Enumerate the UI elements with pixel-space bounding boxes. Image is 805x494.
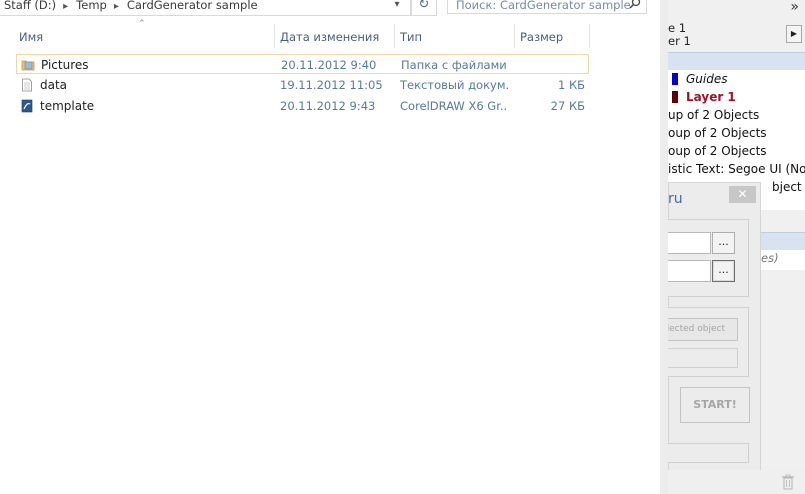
file-date: 19.11.2012 11:05 [280, 78, 383, 92]
column-header-type[interactable]: Тип [400, 29, 422, 45]
selection-group: elected object [668, 307, 749, 377]
column-header-size[interactable]: Размер [520, 29, 563, 45]
browse-label: ... [718, 235, 729, 248]
file-name: data [40, 78, 68, 92]
address-bar[interactable]: Staff (D:) ▸ Temp ▸ CardGenerator sample ▾ [0, 0, 411, 16]
file-name: template [40, 99, 95, 113]
column-header-name[interactable]: Имя [19, 29, 43, 45]
search-placeholder: Поиск: CardGenerator sample [456, 0, 631, 12]
start-label: START! [693, 398, 737, 411]
data-path-field[interactable] [668, 260, 711, 282]
breadcrumb-separator-icon[interactable]: ▸ [59, 1, 72, 12]
template-path-field[interactable] [668, 232, 711, 254]
tree-item-label: Layer 1 [686, 90, 736, 104]
progress-field [668, 443, 749, 463]
triangle-right-icon: ▶ [790, 29, 798, 38]
trash-icon[interactable] [781, 474, 795, 490]
browse-button[interactable]: ... [712, 260, 735, 282]
refresh-button[interactable]: ↻ [411, 0, 437, 16]
file-name: Pictures [41, 58, 89, 72]
tree-item-layer1[interactable]: Layer 1 [672, 88, 736, 106]
tree-item-group[interactable]: up of 2 Objects [668, 106, 759, 124]
tree-item-group[interactable]: oup of 2 Objects [668, 142, 767, 160]
tree-item-label: bject [772, 180, 802, 194]
search-input[interactable]: Поиск: CardGenerator sample [447, 0, 647, 14]
browse-label: ... [718, 263, 729, 276]
tree-item-label: oup of 2 Objects [668, 144, 767, 158]
breadcrumb-drive[interactable]: Staff (D:) [0, 0, 59, 12]
start-button[interactable]: START! [680, 387, 750, 423]
tree-item-group[interactable]: oup of 2 Objects [668, 124, 767, 142]
object-manager-docker: » e 1 er 1 ▶ Guides Layer 1 up of 2 Obje… [668, 0, 805, 494]
tree-item-label: Guides [686, 72, 728, 86]
sort-ascending-icon: ⌃ [138, 19, 146, 29]
docker-section-header[interactable] [761, 232, 805, 251]
address-dropdown-icon[interactable]: ▾ [388, 0, 406, 15]
file-size: 1 КБ [557, 78, 585, 92]
close-icon: ✕ [737, 187, 748, 201]
selected-object-label: elected object [668, 324, 725, 334]
tree-item-object[interactable]: bject [772, 178, 802, 196]
chevron-right-double-icon[interactable]: » [790, 0, 799, 15]
docker-italic-label: es) [761, 251, 779, 265]
layer-label: er 1 [668, 34, 691, 48]
layer-color-swatch [672, 91, 678, 103]
docker-toolbar: » [668, 0, 805, 20]
file-type: Текстовый докум... [400, 78, 508, 92]
column-separator[interactable] [589, 24, 590, 48]
flyout-arrow-button[interactable]: ▶ [786, 25, 802, 43]
file-inputs-group: ... ... [668, 219, 749, 297]
dialog-title: ru [668, 191, 683, 207]
column-separator[interactable] [274, 24, 275, 48]
file-type: Папка с файлами [401, 58, 507, 72]
search-icon[interactable] [629, 0, 641, 13]
coreldraw-file-icon [21, 99, 33, 113]
breadcrumb-temp[interactable]: Temp [72, 0, 110, 12]
tree-item-label: up of 2 Objects [668, 108, 760, 122]
file-row-pictures[interactable]: Pictures 20.11.2012 9:40 Папка с файлами [16, 54, 589, 74]
card-generator-dialog: ru ✕ ... ... elected object START! [668, 182, 761, 472]
close-button[interactable]: ✕ [729, 186, 756, 203]
folder-icon [21, 60, 35, 71]
breadcrumb-cardgenerator[interactable]: CardGenerator sample [123, 0, 261, 12]
file-row-template[interactable]: template 20.11.2012 9:43 CorelDRAW X6 Gr… [16, 96, 589, 116]
file-date: 20.11.2012 9:40 [281, 58, 377, 72]
tree-item-label: oup of 2 Objects [668, 126, 767, 140]
column-separator[interactable] [514, 24, 515, 48]
file-date: 20.11.2012 9:43 [280, 99, 376, 113]
docker-section-header[interactable] [668, 52, 805, 70]
file-row-data[interactable]: data 19.11.2012 11:05 Текстовый докум...… [16, 75, 589, 95]
tree-item-artistic-text[interactable]: istic Text: Segoe UI (Norm [668, 160, 805, 178]
selected-object-field[interactable] [668, 348, 738, 368]
layer-color-swatch [672, 73, 678, 85]
refresh-icon: ↻ [418, 0, 430, 12]
breadcrumb-separator-icon[interactable]: ▸ [110, 1, 123, 12]
file-explorer: Staff (D:) ▸ Temp ▸ CardGenerator sample ▾ ↻… [0, 0, 660, 494]
browse-button[interactable]: ... [712, 232, 735, 254]
file-size: 27 КБ [550, 99, 585, 113]
column-header-date[interactable]: Дата изменения [280, 29, 379, 45]
column-separator[interactable] [394, 24, 395, 48]
tree-item-label: istic Text: Segoe UI (Norm [668, 162, 805, 176]
selected-object-button[interactable]: elected object [668, 318, 738, 341]
text-file-icon [22, 78, 32, 92]
file-type: CorelDRAW X6 Gr... [400, 99, 508, 113]
tree-item-guides[interactable]: Guides [672, 70, 728, 88]
window-divider [660, 0, 668, 494]
